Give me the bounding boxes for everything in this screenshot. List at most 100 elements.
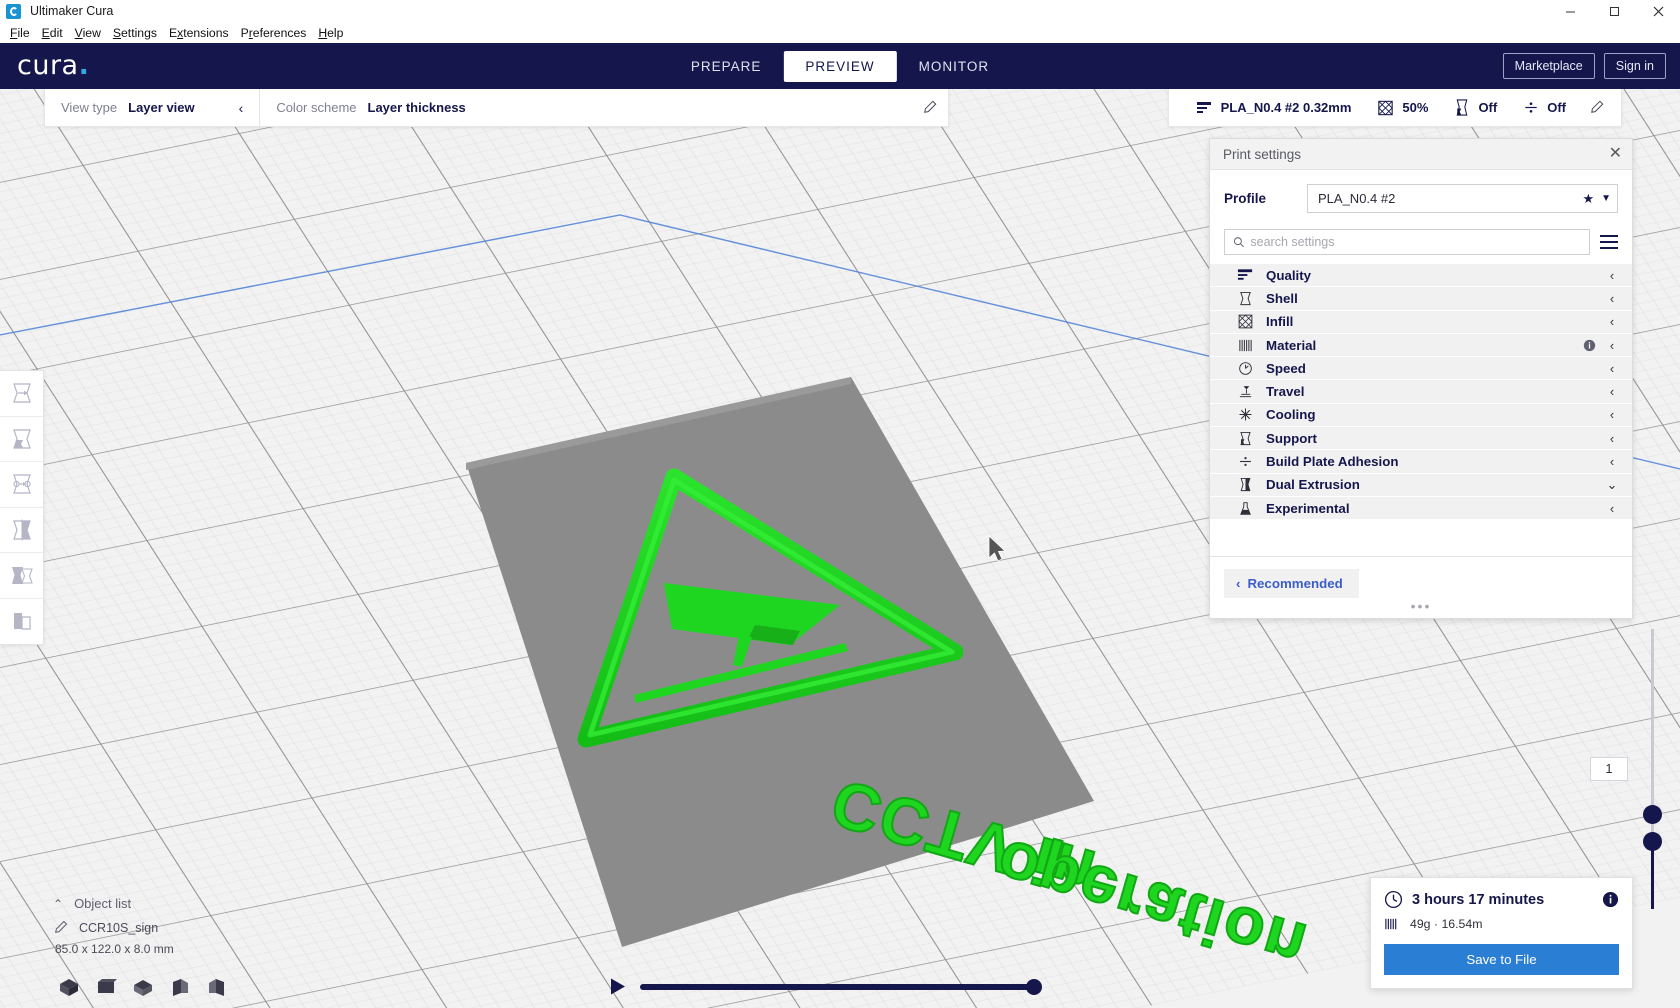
chevron-left-icon[interactable]: ‹ bbox=[1606, 338, 1618, 353]
category-support[interactable]: Support ‹ bbox=[1210, 427, 1632, 451]
view-front-icon[interactable] bbox=[93, 976, 118, 998]
minimize-button[interactable] bbox=[1548, 0, 1592, 22]
profile-label: Profile bbox=[1224, 191, 1267, 206]
tool-per-model-settings[interactable] bbox=[0, 553, 43, 599]
print-settings-header: Print settings ✕ bbox=[1210, 139, 1632, 170]
config-edit-pencil-icon[interactable] bbox=[1579, 89, 1613, 127]
color-scheme-value: Layer thickness bbox=[367, 100, 466, 115]
close-icon[interactable]: ✕ bbox=[1609, 146, 1622, 162]
info-icon[interactable] bbox=[1602, 891, 1619, 908]
search-input[interactable] bbox=[1250, 235, 1581, 249]
category-quality[interactable]: Quality ‹ bbox=[1210, 264, 1632, 288]
maximize-button[interactable] bbox=[1592, 0, 1636, 22]
category-cooling[interactable]: Cooling ‹ bbox=[1210, 403, 1632, 428]
printer-config-bar: PLA_N0.4 #2 0.32mm 50% Off Off bbox=[1167, 89, 1622, 127]
edit-pencil-icon[interactable] bbox=[912, 89, 948, 127]
view-right-icon[interactable] bbox=[204, 976, 229, 998]
cura-wordmark: cura. bbox=[17, 50, 90, 81]
tab-monitor[interactable]: MONITOR bbox=[897, 51, 1012, 82]
play-button[interactable] bbox=[608, 977, 627, 996]
profile-dropdown[interactable]: PLA_N0.4 #2 ★ ▼ bbox=[1307, 184, 1618, 213]
view-top-icon[interactable] bbox=[130, 976, 155, 998]
view-3d-icon[interactable] bbox=[56, 976, 81, 998]
layer-slider-lower-handle[interactable] bbox=[1643, 832, 1662, 851]
menu-view[interactable]: View bbox=[69, 24, 107, 42]
dual-extrusion-icon bbox=[1234, 476, 1256, 494]
tab-preview[interactable]: PREVIEW bbox=[783, 50, 897, 82]
category-infill[interactable]: Infill ‹ bbox=[1210, 310, 1632, 334]
tool-mirror[interactable] bbox=[0, 508, 43, 553]
panel-resize-grip[interactable]: ••• bbox=[1411, 598, 1432, 614]
category-label: Dual Extrusion bbox=[1266, 477, 1360, 493]
category-experimental[interactable]: Experimental ‹ bbox=[1210, 496, 1632, 521]
infill-summary[interactable]: 50% bbox=[1364, 89, 1441, 127]
material-icon bbox=[1234, 336, 1256, 354]
object-list-header[interactable]: ⌃ Object list bbox=[53, 896, 313, 911]
print-time-value: 3 hours 17 minutes bbox=[1412, 891, 1545, 908]
chevron-left-icon[interactable]: ‹ bbox=[1606, 314, 1618, 329]
playback-slider-track[interactable] bbox=[640, 978, 1042, 995]
tool-move[interactable] bbox=[0, 371, 43, 417]
tool-scale[interactable] bbox=[0, 417, 43, 462]
category-build-plate-adhesion[interactable]: Build Plate Adhesion ‹ bbox=[1210, 450, 1632, 474]
experimental-icon bbox=[1234, 499, 1256, 517]
star-icon[interactable]: ★ bbox=[1582, 191, 1594, 207]
category-dual-extrusion[interactable]: Dual Extrusion ⌄ bbox=[1210, 473, 1632, 497]
layer-slider-upper-handle[interactable] bbox=[1643, 805, 1662, 824]
profile-summary[interactable]: PLA_N0.4 #2 0.32mm bbox=[1183, 89, 1365, 127]
chevron-down-icon[interactable]: ▼ bbox=[1601, 193, 1611, 204]
chevron-left-icon[interactable]: ‹ bbox=[1606, 454, 1618, 469]
recommended-mode-button[interactable]: ‹ Recommended bbox=[1224, 569, 1359, 599]
print-settings-title: Print settings bbox=[1223, 146, 1302, 162]
signin-button[interactable]: Sign in bbox=[1603, 53, 1666, 79]
support-summary[interactable]: Off bbox=[1441, 89, 1510, 127]
app-logo-icon bbox=[6, 3, 21, 19]
menu-edit[interactable]: Edit bbox=[36, 24, 69, 42]
category-travel[interactable]: Travel ‹ bbox=[1210, 380, 1632, 404]
chevron-left-icon[interactable]: ‹ bbox=[1606, 501, 1618, 516]
object-list-item[interactable]: CCR10S_sign bbox=[53, 920, 313, 935]
quality-icon bbox=[1234, 266, 1256, 284]
view-left-icon[interactable] bbox=[167, 976, 192, 998]
chevron-left-icon[interactable]: ‹ bbox=[1606, 384, 1618, 399]
adhesion-summary[interactable]: Off bbox=[1510, 89, 1579, 127]
chevron-left-icon[interactable]: ‹ bbox=[1606, 361, 1618, 376]
menu-help[interactable]: Help bbox=[312, 24, 349, 42]
search-settings-box[interactable] bbox=[1224, 229, 1590, 255]
category-shell[interactable]: Shell ‹ bbox=[1210, 287, 1632, 311]
chevron-left-icon[interactable]: ‹ bbox=[1606, 431, 1618, 446]
tool-support-blocker[interactable] bbox=[0, 599, 43, 645]
chevron-left-icon[interactable]: ‹ bbox=[239, 100, 244, 116]
3d-viewport[interactable]: CCTV in operation View type Layer view ‹… bbox=[0, 89, 1680, 1008]
chevron-left-icon[interactable]: ‹ bbox=[1606, 407, 1618, 422]
category-material[interactable]: Material ‹ bbox=[1210, 333, 1632, 358]
menu-file[interactable]: File bbox=[4, 24, 36, 42]
chevron-down-icon[interactable]: ⌄ bbox=[1606, 477, 1618, 493]
chevron-left-icon[interactable]: ‹ bbox=[1606, 291, 1618, 306]
save-to-file-button[interactable]: Save to File bbox=[1384, 944, 1619, 975]
tool-rotate[interactable] bbox=[0, 462, 43, 508]
menu-settings[interactable]: Settings bbox=[107, 24, 163, 42]
category-label: Shell bbox=[1266, 290, 1298, 306]
marketplace-button[interactable]: Marketplace bbox=[1502, 53, 1595, 79]
print-settings-panel: Print settings ✕ Profile PLA_N0.4 #2 ★ ▼ bbox=[1209, 138, 1633, 620]
chevron-up-icon[interactable]: ⌃ bbox=[53, 897, 63, 911]
category-label: Speed bbox=[1266, 360, 1306, 376]
chevron-left-icon[interactable]: ‹ bbox=[1606, 268, 1618, 283]
window-title: Ultimaker Cura bbox=[30, 4, 114, 18]
settings-menu-icon[interactable] bbox=[1600, 235, 1618, 249]
color-scheme-selector[interactable]: Color scheme Layer thickness bbox=[260, 89, 481, 127]
menu-preferences[interactable]: Preferences bbox=[235, 24, 313, 42]
travel-icon bbox=[1234, 383, 1256, 401]
close-button[interactable] bbox=[1636, 0, 1680, 22]
left-toolbar bbox=[0, 370, 44, 645]
tab-prepare[interactable]: PREPARE bbox=[669, 51, 784, 82]
layer-number-field[interactable]: 1 bbox=[1590, 757, 1628, 781]
view-type-bar: View type Layer view ‹ Color scheme Laye… bbox=[44, 89, 949, 127]
menu-extensions[interactable]: Extensions bbox=[163, 24, 235, 42]
view-type-selector[interactable]: View type Layer view ‹ bbox=[45, 89, 259, 127]
category-speed[interactable]: Speed ‹ bbox=[1210, 357, 1632, 381]
layer-slider-track[interactable] bbox=[1651, 629, 1654, 865]
info-icon[interactable] bbox=[1583, 339, 1596, 352]
playback-slider-handle[interactable] bbox=[1026, 978, 1042, 995]
